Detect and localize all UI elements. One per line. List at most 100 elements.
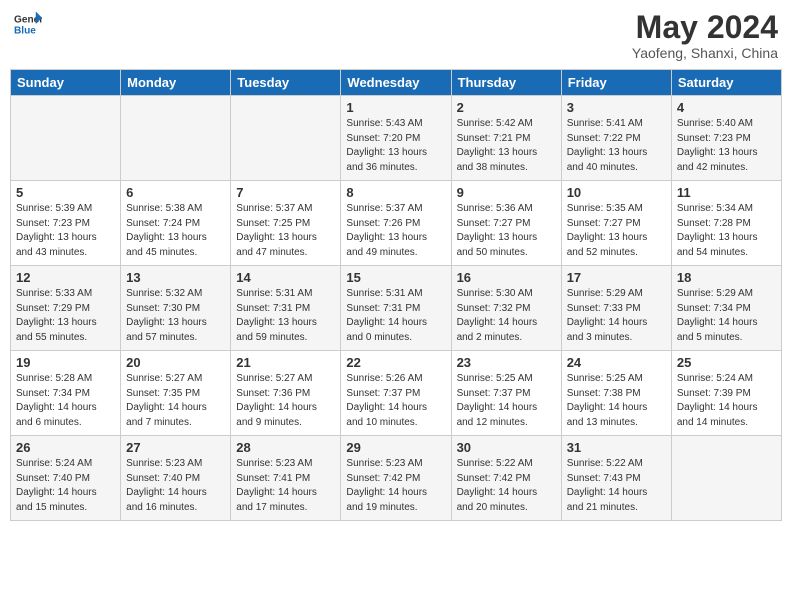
day-number: 30 xyxy=(457,440,556,455)
table-row: 1Sunrise: 5:43 AM Sunset: 7:20 PM Daylig… xyxy=(341,96,451,181)
calendar-week-row: 1Sunrise: 5:43 AM Sunset: 7:20 PM Daylig… xyxy=(11,96,782,181)
logo: General Blue xyxy=(14,10,42,38)
table-row: 8Sunrise: 5:37 AM Sunset: 7:26 PM Daylig… xyxy=(341,181,451,266)
day-info: Sunrise: 5:37 AM Sunset: 7:25 PM Dayligh… xyxy=(236,202,335,260)
table-row: 4 Sunrise: 5:40 AM Sunset: 7:23 PM Daylig… xyxy=(671,96,781,181)
table-row: 7 Sunrise: 5:37 AM Sunset: 7:25 PM Daylig… xyxy=(231,181,341,266)
col-friday: Friday xyxy=(561,70,671,96)
table-row: 15 Sunrise: 5:31 AM Sunset: 7:31 PM Dayli… xyxy=(341,266,451,351)
day-number: 26 xyxy=(16,440,115,455)
day-number: 17 xyxy=(567,270,666,285)
table-row: 24 Sunrise: 5:25 AM Sunset: 7:38 PM Dayli… xyxy=(561,351,671,436)
day-number: 19 xyxy=(16,355,115,370)
table-row: 9 Sunrise: 5:36 AM Sunset: 7:27 PM Daylig… xyxy=(451,181,561,266)
day-info: Sunrise: 5:24 AM Sunset: 7:40 PM Dayligh… xyxy=(16,457,115,515)
table-row: 26 Sunrise: 5:24 AM Sunset: 7:40 PM Dayli… xyxy=(11,436,121,521)
day-info: Sunrise: 5:23 AM Sunset: 7:40 PM Dayligh… xyxy=(126,457,225,515)
day-info: Sunrise: 5:24 AM Sunset: 7:39 PM Dayligh… xyxy=(677,372,776,430)
table-row: 18 Sunrise: 5:29 AM Sunset: 7:34 PM Dayli… xyxy=(671,266,781,351)
col-monday: Monday xyxy=(121,70,231,96)
day-info: Sunrise: 5:29 AM Sunset: 7:34 PM Dayligh… xyxy=(677,287,776,345)
table-row: 21 Sunrise: 5:27 AM Sunset: 7:36 PM Dayli… xyxy=(231,351,341,436)
calendar-week-row: 19Sunrise: 5:28 AM Sunset: 7:34 PM Dayli… xyxy=(11,351,782,436)
svg-text:Blue: Blue xyxy=(14,25,36,36)
day-number: 12 xyxy=(16,270,115,285)
table-row: 6Sunrise: 5:38 AM Sunset: 7:24 PM Daylig… xyxy=(121,181,231,266)
day-number: 3 xyxy=(567,100,666,115)
day-info: Sunrise: 5:23 AM Sunset: 7:41 PM Dayligh… xyxy=(236,457,335,515)
table-row: 5Sunrise: 5:39 AM Sunset: 7:23 PM Daylig… xyxy=(11,181,121,266)
day-info: Sunrise: 5:38 AM Sunset: 7:24 PM Dayligh… xyxy=(126,202,225,260)
day-number: 7 xyxy=(236,185,335,200)
table-row: 29 Sunrise: 5:23 AM Sunset: 7:42 PM Dayli… xyxy=(341,436,451,521)
day-number: 13 xyxy=(126,270,225,285)
day-number: 16 xyxy=(457,270,556,285)
day-info: Sunrise: 5:33 AM Sunset: 7:29 PM Dayligh… xyxy=(16,287,115,345)
day-info: Sunrise: 5:25 AM Sunset: 7:38 PM Dayligh… xyxy=(567,372,666,430)
day-number: 15 xyxy=(346,270,445,285)
calendar-header-row: Sunday Monday Tuesday Wednesday Thursday… xyxy=(11,70,782,96)
title-block: May 2024 Yaofeng, Shanxi, China xyxy=(632,10,778,61)
day-number: 28 xyxy=(236,440,335,455)
col-saturday: Saturday xyxy=(671,70,781,96)
day-info: Sunrise: 5:40 AM Sunset: 7:23 PM Dayligh… xyxy=(677,117,776,175)
day-number: 20 xyxy=(126,355,225,370)
day-info: Sunrise: 5:25 AM Sunset: 7:37 PM Dayligh… xyxy=(457,372,556,430)
table-row: 17 Sunrise: 5:29 AM Sunset: 7:33 PM Dayli… xyxy=(561,266,671,351)
day-number: 14 xyxy=(236,270,335,285)
table-row xyxy=(671,436,781,521)
table-row: 13Sunrise: 5:32 AM Sunset: 7:30 PM Dayli… xyxy=(121,266,231,351)
day-number: 4 xyxy=(677,100,776,115)
calendar-week-row: 26 Sunrise: 5:24 AM Sunset: 7:40 PM Dayli… xyxy=(11,436,782,521)
day-info: Sunrise: 5:31 AM Sunset: 7:31 PM Dayligh… xyxy=(346,287,445,345)
col-tuesday: Tuesday xyxy=(231,70,341,96)
day-number: 21 xyxy=(236,355,335,370)
day-number: 9 xyxy=(457,185,556,200)
day-number: 10 xyxy=(567,185,666,200)
day-info: Sunrise: 5:22 AM Sunset: 7:43 PM Dayligh… xyxy=(567,457,666,515)
day-info: Sunrise: 5:27 AM Sunset: 7:36 PM Dayligh… xyxy=(236,372,335,430)
table-row xyxy=(231,96,341,181)
day-info: Sunrise: 5:34 AM Sunset: 7:28 PM Dayligh… xyxy=(677,202,776,260)
day-info: Sunrise: 5:36 AM Sunset: 7:27 PM Dayligh… xyxy=(457,202,556,260)
day-number: 31 xyxy=(567,440,666,455)
day-info: Sunrise: 5:30 AM Sunset: 7:32 PM Dayligh… xyxy=(457,287,556,345)
day-info: Sunrise: 5:29 AM Sunset: 7:33 PM Dayligh… xyxy=(567,287,666,345)
col-wednesday: Wednesday xyxy=(341,70,451,96)
calendar-week-row: 12 Sunrise: 5:33 AM Sunset: 7:29 PM Dayli… xyxy=(11,266,782,351)
day-number: 29 xyxy=(346,440,445,455)
page-header: General Blue May 2024 Yaofeng, Shanxi, C… xyxy=(10,10,782,61)
table-row: 12 Sunrise: 5:33 AM Sunset: 7:29 PM Dayli… xyxy=(11,266,121,351)
table-row: 16 Sunrise: 5:30 AM Sunset: 7:32 PM Dayli… xyxy=(451,266,561,351)
day-info: Sunrise: 5:35 AM Sunset: 7:27 PM Dayligh… xyxy=(567,202,666,260)
day-number: 24 xyxy=(567,355,666,370)
table-row xyxy=(11,96,121,181)
table-row: 11Sunrise: 5:34 AM Sunset: 7:28 PM Dayli… xyxy=(671,181,781,266)
day-info: Sunrise: 5:27 AM Sunset: 7:35 PM Dayligh… xyxy=(126,372,225,430)
table-row xyxy=(121,96,231,181)
table-row: 3Sunrise: 5:41 AM Sunset: 7:22 PM Daylig… xyxy=(561,96,671,181)
day-info: Sunrise: 5:22 AM Sunset: 7:42 PM Dayligh… xyxy=(457,457,556,515)
table-row: 25Sunrise: 5:24 AM Sunset: 7:39 PM Dayli… xyxy=(671,351,781,436)
table-row: 10 Sunrise: 5:35 AM Sunset: 7:27 PM Dayli… xyxy=(561,181,671,266)
day-info: Sunrise: 5:43 AM Sunset: 7:20 PM Dayligh… xyxy=(346,117,445,175)
day-number: 27 xyxy=(126,440,225,455)
table-row: 22Sunrise: 5:26 AM Sunset: 7:37 PM Dayli… xyxy=(341,351,451,436)
day-number: 5 xyxy=(16,185,115,200)
calendar-week-row: 5Sunrise: 5:39 AM Sunset: 7:23 PM Daylig… xyxy=(11,181,782,266)
day-info: Sunrise: 5:42 AM Sunset: 7:21 PM Dayligh… xyxy=(457,117,556,175)
logo-icon: General Blue xyxy=(14,10,42,38)
day-number: 18 xyxy=(677,270,776,285)
day-info: Sunrise: 5:31 AM Sunset: 7:31 PM Dayligh… xyxy=(236,287,335,345)
table-row: 20 Sunrise: 5:27 AM Sunset: 7:35 PM Dayli… xyxy=(121,351,231,436)
col-thursday: Thursday xyxy=(451,70,561,96)
day-info: Sunrise: 5:23 AM Sunset: 7:42 PM Dayligh… xyxy=(346,457,445,515)
table-row: 23Sunrise: 5:25 AM Sunset: 7:37 PM Dayli… xyxy=(451,351,561,436)
table-row: 31 Sunrise: 5:22 AM Sunset: 7:43 PM Dayli… xyxy=(561,436,671,521)
calendar-table: Sunday Monday Tuesday Wednesday Thursday… xyxy=(10,69,782,521)
table-row: 30 Sunrise: 5:22 AM Sunset: 7:42 PM Dayli… xyxy=(451,436,561,521)
table-row: 14 Sunrise: 5:31 AM Sunset: 7:31 PM Dayli… xyxy=(231,266,341,351)
table-row: 27 Sunrise: 5:23 AM Sunset: 7:40 PM Dayli… xyxy=(121,436,231,521)
table-row: 28 Sunrise: 5:23 AM Sunset: 7:41 PM Dayli… xyxy=(231,436,341,521)
day-number: 8 xyxy=(346,185,445,200)
